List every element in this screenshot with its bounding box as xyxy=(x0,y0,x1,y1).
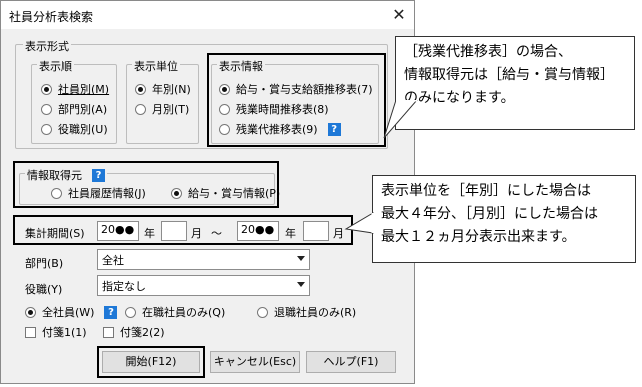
filter-option-label: 退職社員のみ(R) xyxy=(274,306,357,319)
radio-dot xyxy=(25,306,36,318)
order-option-label: 役職別(U) xyxy=(58,123,108,136)
filter-option-label: 全社員(W) xyxy=(42,306,95,319)
unit-legend: 表示単位 xyxy=(132,58,180,74)
info-note-pointer xyxy=(383,100,418,139)
position-label: 役職(Y) xyxy=(25,283,63,296)
help-icon[interactable]: ? xyxy=(104,305,118,319)
callout-line: 情報取得元は［給与・賞与情報］ xyxy=(404,67,614,83)
period-highlight-box xyxy=(13,215,353,245)
radio-dot xyxy=(125,306,136,318)
filter-radio-retired[interactable]: 退職社員のみ(R) xyxy=(257,304,356,320)
checkbox-box xyxy=(25,326,36,338)
start-highlight-box xyxy=(97,346,205,378)
window-title: 社員分析表検索 xyxy=(9,10,94,24)
callout-line: ［残業代推移表］の場合、 xyxy=(404,44,572,60)
close-icon[interactable]: ✕ xyxy=(389,5,409,25)
unit-option-label: 月別(T) xyxy=(152,103,190,116)
unit-radio-month[interactable]: 月別(T) xyxy=(135,101,189,117)
sticky-note-1-checkbox[interactable]: 付箋1(1) xyxy=(25,324,87,340)
filter-option-label: 在職社員のみ(Q) xyxy=(142,306,226,319)
department-label: 部門(B) xyxy=(25,257,64,270)
radio-dot xyxy=(135,103,146,115)
sticky-note-label: 付箋1(1) xyxy=(42,326,87,339)
filter-radio-active[interactable]: 在職社員のみ(Q) xyxy=(125,304,225,320)
callout-line: 表示単位を［年別］にした場合は xyxy=(381,183,591,199)
callout-line: 最大４年分、［月別］にした場合は xyxy=(381,206,598,222)
order-radio-department[interactable]: 部門別(A) xyxy=(41,101,107,117)
info-note-callout: ［残業代推移表］の場合、 情報取得元は［給与・賞与情報］ のみになります。 xyxy=(395,36,635,130)
sticky-note-label: 付箋2(2) xyxy=(120,326,165,339)
info-highlight-box xyxy=(207,53,386,147)
unit-radio-year[interactable]: 年別(N) xyxy=(135,81,191,97)
order-legend: 表示順 xyxy=(37,58,74,74)
checkbox-box xyxy=(103,326,114,338)
order-option-label: 社員別(M) xyxy=(58,83,110,96)
cancel-button[interactable]: キャンセル(Esc) xyxy=(210,351,300,373)
chevron-down-icon xyxy=(297,282,305,287)
radio-dot xyxy=(257,306,268,318)
display-format-legend: 表示形式 xyxy=(23,38,71,54)
filter-radio-all[interactable]: 全社員(W)? xyxy=(25,304,118,320)
callout-line: 最大１２ヵ月分表示出来ます。 xyxy=(381,229,576,245)
title-bar[interactable]: 社員分析表検索 ✕ xyxy=(1,1,414,29)
department-select[interactable]: 全社 xyxy=(97,249,310,270)
order-radio-position[interactable]: 役職別(U) xyxy=(41,121,108,137)
order-radio-employee[interactable]: 社員別(M) xyxy=(41,81,109,97)
radio-dot xyxy=(41,103,52,115)
help-button[interactable]: ヘルプ(F1) xyxy=(306,351,396,373)
department-value: 全社 xyxy=(102,254,124,267)
chevron-down-icon xyxy=(297,256,305,261)
radio-dot xyxy=(135,83,146,95)
radio-dot xyxy=(41,83,52,95)
callout-line: のみになります。 xyxy=(404,90,515,106)
order-option-label: 部門別(A) xyxy=(58,103,108,116)
dialog-window: 社員分析表検索 ✕ 表示形式 表示順 社員別(M) 部門別(A) 役職別(U) … xyxy=(0,0,415,384)
position-value: 指定なし xyxy=(102,280,146,293)
unit-option-label: 年別(N) xyxy=(152,83,191,96)
radio-dot xyxy=(41,123,52,135)
source-highlight-box xyxy=(13,161,279,208)
sticky-note-2-checkbox[interactable]: 付箋2(2) xyxy=(103,324,165,340)
position-select[interactable]: 指定なし xyxy=(97,275,310,296)
period-note-pointer xyxy=(344,212,374,234)
period-note-callout: 表示単位を［年別］にした場合は 最大４年分、［月別］にした場合は 最大１２ヵ月分… xyxy=(372,175,636,263)
